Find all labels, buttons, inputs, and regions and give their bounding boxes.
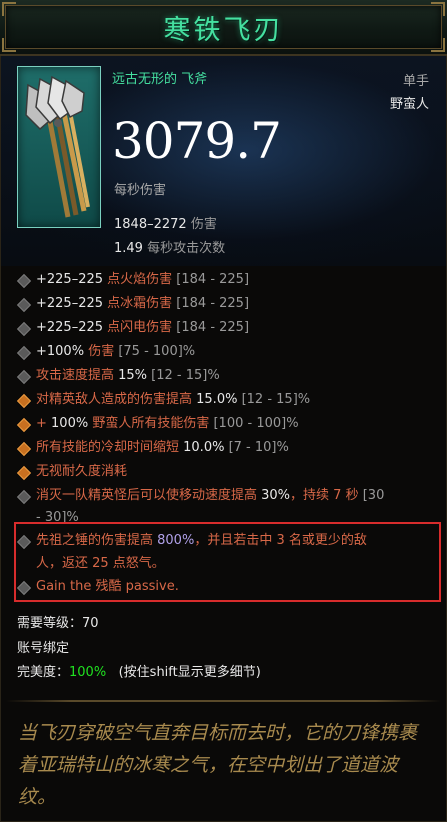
shift-hint: (按住shift显示更多细节) bbox=[118, 665, 261, 680]
affix-text: 野蛮人所有技能伤害 bbox=[88, 416, 210, 431]
required-level-label: 需要等级： bbox=[17, 616, 83, 631]
affix-text: 点火焰伤害 bbox=[103, 272, 173, 287]
required-level-line: 需要等级：70 bbox=[17, 612, 99, 631]
flavor-text: 当飞刃穿破空气直奔目标而去时，它的刀锋携裹着亚瑞特山的冰寒之气，在空中划出了道道… bbox=[18, 722, 418, 808]
affix-diamond-icon bbox=[16, 297, 32, 313]
flavor-divider bbox=[6, 700, 441, 702]
affix-text: +225–225 bbox=[36, 320, 104, 335]
affix-text: 所有技能的冷却时间缩短 bbox=[36, 440, 184, 455]
affix-line: +225–225 点闪电伤害 [184 - 225] bbox=[36, 317, 249, 339]
required-level-value: 70 bbox=[82, 616, 99, 631]
affix-text: [75 - 100]% bbox=[114, 344, 196, 359]
affix-text: [184 - 225] bbox=[172, 320, 250, 335]
attack-speed-label: 每秒攻击次数 bbox=[147, 241, 226, 256]
affix-text: ，持续 7 秒 bbox=[290, 488, 359, 503]
attack-speed-value: 1.49 bbox=[114, 241, 143, 256]
affix-line: 无视耐久度消耗 bbox=[36, 461, 127, 483]
affix-text: 10.0% bbox=[183, 440, 225, 455]
damage-range-value: 1848–2272 bbox=[114, 217, 187, 232]
account-bound-text: 账号绑定 bbox=[17, 641, 70, 656]
affix-diamond-icon bbox=[16, 273, 32, 289]
affix-line: 对精英敌人造成的伤害提高 15.0% [12 - 15]% bbox=[36, 389, 310, 411]
affix-text: [100 - 100]% bbox=[209, 416, 299, 431]
dps-value: 3079.7 bbox=[112, 112, 282, 170]
item-name: 寒铁飞刃 bbox=[163, 15, 284, 46]
affix-text: [12 - 15]% bbox=[147, 368, 220, 383]
affix-diamond-icon bbox=[16, 489, 32, 505]
perfection-line: 完美度：100% (按住shift显示更多细节) bbox=[17, 661, 261, 680]
legendary-power-highlight bbox=[14, 522, 441, 602]
affix-text: +100% bbox=[36, 344, 85, 359]
affix-text: 30% bbox=[261, 488, 291, 503]
affix-text: 无视耐久度消耗 bbox=[36, 464, 128, 479]
item-title-bar: 寒铁飞刃 bbox=[0, 0, 447, 56]
attack-speed-line: 1.49 每秒攻击次数 bbox=[114, 237, 225, 256]
affix-diamond-icon bbox=[16, 393, 32, 409]
perfection-value: 100% bbox=[69, 665, 107, 680]
affix-text: [12 - 15]% bbox=[237, 392, 311, 407]
perfection-label: 完美度： bbox=[17, 665, 70, 680]
affix-text: 15% bbox=[118, 368, 148, 383]
affix-diamond-icon bbox=[16, 321, 32, 337]
affix-diamond-icon bbox=[16, 465, 32, 481]
affix-text: [184 - 225] bbox=[172, 296, 250, 311]
affix-text: [184 - 225] bbox=[172, 272, 250, 287]
affix-line: +225–225 点火焰伤害 [184 - 225] bbox=[36, 269, 249, 291]
affix-text: 伤害 bbox=[84, 344, 115, 359]
affix-text: [30 bbox=[358, 488, 385, 503]
affix-line: 所有技能的冷却时间缩短 10.0% [7 - 10]% bbox=[36, 437, 289, 459]
affix-text: 消灭一队精英怪后可以使移动速度提高 bbox=[36, 488, 262, 503]
affix-line: 攻击速度提高 15% [12 - 15]% bbox=[36, 365, 220, 387]
affix-text: +225–225 bbox=[36, 296, 104, 311]
damage-range-label: 伤害 bbox=[190, 217, 217, 232]
throwing-axe-icon bbox=[25, 75, 90, 218]
damage-range-line: 1848–2272 伤害 bbox=[114, 213, 217, 232]
item-slot: 单手 bbox=[402, 74, 429, 89]
affix-text: +225–225 bbox=[36, 272, 104, 287]
dps-label: 每秒伤害 bbox=[114, 183, 167, 198]
affix-diamond-icon bbox=[16, 345, 32, 361]
affix-line: +100% 伤害 [75 - 100]% bbox=[36, 341, 195, 363]
affix-text: 攻击速度提高 bbox=[36, 368, 119, 383]
affix-line: 消灭一队精英怪后可以使移动速度提高 30%，持续 7 秒 [30 bbox=[36, 485, 384, 507]
affix-text: [7 - 10]% bbox=[224, 440, 289, 455]
item-icon-frame bbox=[17, 66, 101, 228]
affix-diamond-icon bbox=[16, 417, 32, 433]
affix-line: + 100% 野蛮人所有技能伤害 [100 - 100]% bbox=[36, 413, 299, 435]
affix-text: 点冰霜伤害 bbox=[103, 296, 173, 311]
item-class: 野蛮人 bbox=[389, 97, 429, 112]
affix-diamond-icon bbox=[16, 369, 32, 385]
affix-text: 对精英敌人造成的伤害提高 bbox=[36, 392, 197, 407]
affix-text: 100% bbox=[51, 416, 89, 431]
affix-text: 点闪电伤害 bbox=[103, 320, 173, 335]
affix-text: 15.0% bbox=[196, 392, 238, 407]
item-type: 远古无形的 飞斧 bbox=[112, 72, 208, 87]
affix-diamond-icon bbox=[16, 441, 32, 457]
affix-text: + bbox=[36, 416, 52, 431]
affix-line: +225–225 点冰霜伤害 [184 - 225] bbox=[36, 293, 249, 315]
